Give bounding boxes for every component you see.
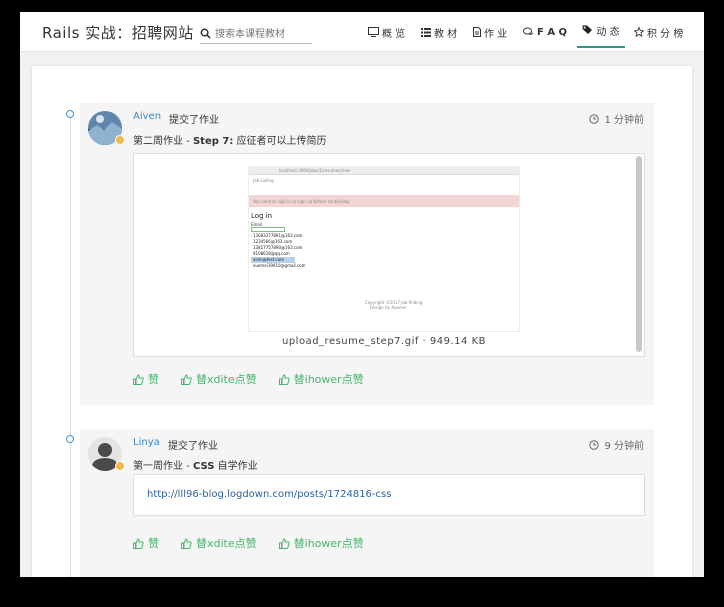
- like-for-ihower-button[interactable]: 替ihower点赞: [278, 371, 364, 387]
- badge-icon: [115, 135, 125, 145]
- feed-item: Linya 提交了作业 9 分钟前 第一周作业 - CSS 自学作业 http:…: [80, 429, 654, 577]
- timestamp: 9 分钟前: [589, 437, 644, 452]
- gif-preview[interactable]: localhost:3000/jobs/1/resumes/new Job Li…: [248, 166, 520, 332]
- thumbs-up-icon: [181, 537, 192, 549]
- time-text: 1 分钟前: [604, 115, 644, 126]
- like-for-xdite-button[interactable]: 替xdite点赞: [181, 535, 257, 551]
- search-icon: [200, 28, 211, 39]
- username[interactable]: Linya: [133, 437, 160, 448]
- attachment-filename: upload_resume_step7.gif · 949.14 KB: [282, 336, 486, 347]
- preview-email-field: [251, 227, 285, 232]
- course-title[interactable]: Rails 实战：招聘网站: [42, 22, 194, 43]
- like-label: 赞: [148, 537, 159, 550]
- thumbs-up-icon: [278, 537, 290, 549]
- like-button[interactable]: 赞: [133, 371, 159, 387]
- homework-link[interactable]: http://lll96-blog.logdown.com/posts/1724…: [147, 489, 391, 500]
- action-text: 提交了作业: [169, 115, 219, 126]
- like-actions: 赞 替xdite点赞 替ihower点赞: [133, 535, 386, 551]
- nav-overview-label: 概 览: [382, 28, 406, 40]
- timeline-line: [70, 116, 71, 577]
- preview-suggestions: 13683277891@163.com 1234566@163.com 138177…: [251, 233, 306, 269]
- thumbs-up-icon: [133, 373, 144, 385]
- title-prefix: 第一周作业 -: [133, 461, 193, 472]
- assignment-title[interactable]: 第一周作业 - CSS 自学作业: [133, 457, 258, 472]
- nav-leaderboard[interactable]: 积 分 榜: [634, 12, 683, 52]
- app-window: Rails 实战：招聘网站 概 览 教 材 作 业 F A Q 动 态 积 分 …: [20, 12, 704, 577]
- nav-overview[interactable]: 概 览: [368, 12, 405, 52]
- like-for-xdite-button[interactable]: 替xdite点赞: [181, 371, 257, 387]
- action-text: 提交了作业: [168, 441, 218, 452]
- like-for-ihower-label: 替ihower点赞: [293, 537, 364, 550]
- thumbs-up-icon: [181, 373, 192, 385]
- chat-icon: [523, 27, 534, 35]
- like-label: 赞: [148, 373, 159, 386]
- attachment-card[interactable]: localhost:3000/jobs/1/resumes/new Job Li…: [133, 153, 645, 357]
- like-actions: 赞 替xdite点赞 替ihower点赞: [133, 371, 386, 387]
- like-for-ihower-label: 替ihower点赞: [293, 373, 364, 386]
- time-text: 9 分钟前: [604, 441, 644, 452]
- clock-icon: [589, 439, 600, 450]
- timeline-dot: [66, 435, 74, 443]
- title-rest: 应征者可以上传简历: [233, 136, 327, 147]
- activity-panel: Aiven 提交了作业 1 分钟前 第二周作业 - Step 7: 应征者可以上…: [32, 66, 692, 577]
- preview-heading: Log in: [251, 212, 273, 220]
- nav-activity[interactable]: 动 态: [577, 14, 625, 48]
- nav-faq-label: F A Q: [537, 26, 568, 38]
- nav-homework-label: 作 业: [484, 28, 508, 40]
- nav-leaderboard-label: 积 分 榜: [647, 28, 684, 40]
- search-input[interactable]: [215, 26, 311, 42]
- preview-app-name: Job Listing: [253, 178, 274, 183]
- search-box[interactable]: [200, 26, 312, 44]
- link-card: http://lll96-blog.logdown.com/posts/1724…: [133, 474, 645, 516]
- thumbs-up-icon: [133, 537, 144, 549]
- monitor-icon: [368, 27, 379, 37]
- clock-icon: [589, 113, 600, 124]
- preview-alert: You need to sign in or sign up before co…: [249, 195, 519, 207]
- title-bold: Step 7:: [192, 136, 234, 147]
- top-navbar: Rails 实战：招聘网站 概 览 教 材 作 业 F A Q 动 态 积 分 …: [20, 12, 704, 52]
- star-icon: [634, 27, 644, 37]
- nav-materials-label: 教 材: [434, 28, 458, 40]
- title-bold: CSS: [192, 461, 215, 472]
- badge-icon: [115, 461, 125, 471]
- preview-alert-text: You need to sign in or sign up before co…: [253, 199, 350, 204]
- nav-homework[interactable]: 作 业: [473, 12, 507, 52]
- nav-materials[interactable]: 教 材: [421, 12, 457, 52]
- preview-url: localhost:3000/jobs/1/resumes/new: [279, 168, 350, 173]
- attachment-scrollbar[interactable]: [636, 156, 642, 352]
- thumbs-up-icon: [278, 373, 290, 385]
- feed-item: Aiven 提交了作业 1 分钟前 第二周作业 - Step 7: 应征者可以上…: [80, 103, 654, 405]
- nav-activity-label: 动 态: [596, 26, 620, 38]
- timeline-dot: [66, 110, 74, 118]
- list-icon: [421, 27, 431, 37]
- assignment-title[interactable]: 第二周作业 - Step 7: 应征者可以上传简历: [133, 132, 327, 147]
- like-for-xdite-label: 替xdite点赞: [196, 537, 257, 550]
- title-rest: 自学作业: [214, 461, 258, 472]
- tag-icon: [582, 25, 593, 34]
- preview-suggestion: xuemei19910@gmail.com: [253, 263, 306, 268]
- title-prefix: 第二周作业 -: [133, 136, 193, 147]
- nav-faq[interactable]: F A Q: [523, 12, 567, 52]
- username[interactable]: Aiven: [133, 111, 161, 122]
- like-for-ihower-button[interactable]: 替ihower点赞: [278, 535, 364, 551]
- file-icon: [473, 27, 481, 37]
- preview-footer-2: Design by Xuemei: [370, 305, 407, 310]
- like-for-xdite-label: 替xdite点赞: [196, 373, 257, 386]
- timestamp: 1 分钟前: [589, 111, 644, 126]
- like-button[interactable]: 赞: [133, 535, 159, 551]
